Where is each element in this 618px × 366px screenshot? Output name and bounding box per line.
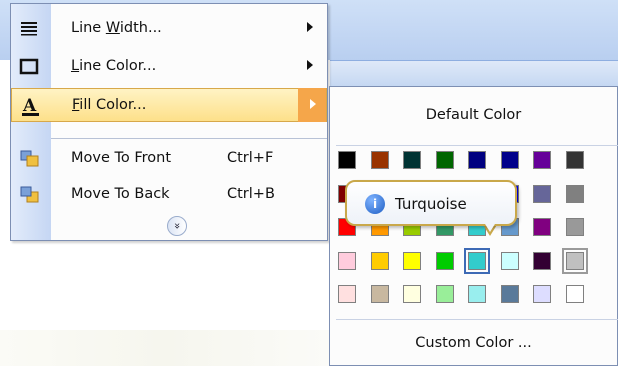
- menu-item-shortcut: Ctrl+F: [227, 150, 274, 166]
- color-swatch[interactable]: [533, 285, 551, 303]
- send-to-back-icon: [19, 185, 41, 205]
- color-swatch[interactable]: [533, 151, 551, 169]
- menu-separator: [336, 145, 618, 146]
- color-swatch[interactable]: [370, 151, 389, 169]
- menu-item-move-to-back[interactable]: Move To Back Ctrl+B: [11, 178, 327, 212]
- color-swatch[interactable]: [565, 151, 584, 169]
- tooltip-tail-inner: [482, 219, 498, 232]
- canvas-area: [0, 330, 330, 366]
- color-swatch[interactable]: [533, 184, 551, 203]
- toolbar-band: [330, 60, 618, 88]
- menu-item-fill-color[interactable]: A Fill Color...: [11, 88, 327, 122]
- color-swatch[interactable]: [403, 285, 421, 303]
- color-swatch[interactable]: [435, 285, 454, 303]
- color-swatch[interactable]: [500, 251, 519, 270]
- color-swatch[interactable]: [370, 285, 389, 303]
- tooltip-text: Turquoise: [395, 195, 467, 213]
- submenu-arrow-icon: [307, 60, 313, 70]
- fill-color-icon: A: [20, 96, 42, 116]
- menu-item-label: Line Width...: [71, 20, 162, 36]
- color-swatch[interactable]: [565, 218, 584, 236]
- color-swatch[interactable]: [370, 251, 389, 270]
- color-swatch[interactable]: [338, 151, 356, 169]
- menu-item-move-to-front[interactable]: Move To Front Ctrl+F: [11, 142, 327, 176]
- bring-to-front-icon: [19, 149, 41, 169]
- menu-item-label: Move To Front: [71, 150, 172, 166]
- color-swatch[interactable]: [468, 151, 486, 169]
- color-swatch[interactable]: [464, 247, 490, 274]
- submenu-arrow-icon: [307, 22, 313, 32]
- menu-item-line-width[interactable]: Line Width...: [11, 12, 327, 46]
- menu-item-label: Move To Back: [71, 186, 170, 202]
- color-swatch[interactable]: [338, 251, 356, 270]
- color-swatch[interactable]: [468, 285, 486, 303]
- color-swatch[interactable]: [500, 285, 519, 303]
- color-swatch[interactable]: [435, 251, 454, 270]
- fill-color-submenu: Default Color Custom Color ...: [329, 86, 618, 366]
- menu-item-shortcut: Ctrl+B: [227, 186, 275, 202]
- submenu-arrow-box: [298, 88, 326, 122]
- submenu-arrow-icon: [310, 99, 316, 109]
- custom-color-option[interactable]: Custom Color ...: [330, 323, 617, 363]
- default-color-option[interactable]: Default Color: [330, 87, 617, 143]
- color-swatch[interactable]: [533, 251, 551, 270]
- color-swatch[interactable]: [338, 285, 356, 303]
- menu-item-label: Fill Color...: [72, 97, 147, 113]
- color-swatch[interactable]: [435, 151, 454, 169]
- menu-item-line-color[interactable]: Line Color...: [11, 50, 327, 84]
- info-icon: i: [365, 194, 385, 214]
- color-swatch[interactable]: [403, 251, 421, 270]
- color-swatch[interactable]: [565, 285, 584, 303]
- color-swatch[interactable]: [500, 151, 519, 169]
- line-width-icon: [19, 19, 41, 39]
- color-swatch[interactable]: [561, 247, 588, 274]
- line-color-icon: [19, 57, 41, 77]
- color-swatch[interactable]: [565, 184, 584, 203]
- context-menu: Line Width... Line Color... A Fill Color…: [10, 3, 328, 241]
- color-swatch[interactable]: [533, 218, 551, 236]
- menu-separator: [336, 319, 618, 320]
- expand-menu-chevron-icon[interactable]: »: [167, 216, 187, 236]
- accelerator-key: L: [71, 58, 80, 74]
- accelerator-key: W: [105, 20, 120, 36]
- color-swatch[interactable]: [403, 151, 421, 169]
- menu-separator: [51, 138, 327, 139]
- menu-item-label: Line Color...: [71, 58, 157, 74]
- accelerator-key: F: [72, 97, 80, 113]
